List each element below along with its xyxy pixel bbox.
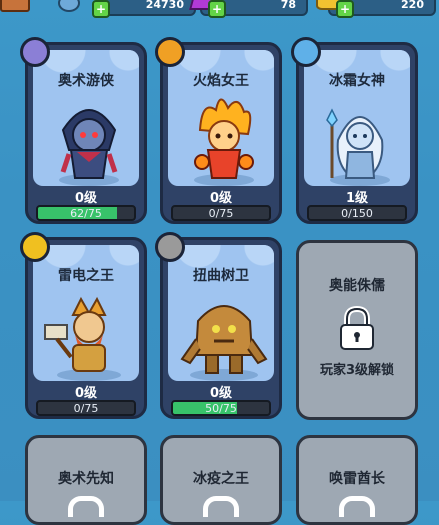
add-gold-button[interactable]: + (92, 0, 110, 18)
card-progress-text: 0/75 (73, 402, 99, 415)
card-progress-bar: 62/75 (36, 205, 136, 221)
hero-level: 0级 (74, 386, 98, 401)
unlock-requirement: 玩家3级解锁 (319, 363, 395, 378)
hero-name: 冰霜女神 (329, 73, 385, 89)
hero-level: 0级 (209, 386, 233, 401)
bow-arrow-icon (20, 37, 50, 67)
gem-counter: + 78 (189, 0, 308, 18)
card-portrait-area: 奥术游侠 (33, 50, 139, 186)
hero-name: 雷电之王 (58, 268, 114, 284)
locked-hero-name: 冰疫之王 (193, 471, 249, 487)
hero-level: 0级 (209, 191, 233, 206)
locked-hero-name: 奥能侏儒 (329, 278, 385, 294)
frost-goddess-portrait (326, 108, 390, 186)
hero-name: 火焰女王 (193, 73, 249, 89)
locked-hero-card[interactable]: 奥能侏儒 玩家3级解锁 (296, 240, 418, 420)
card-progress-bar: 0/150 (307, 205, 407, 221)
hero-name: 扭曲树卫 (193, 268, 249, 284)
hero-name: 奥术游侠 (58, 73, 114, 89)
locked-hero-name: 奥术先知 (58, 471, 114, 487)
settings-icon[interactable] (58, 0, 80, 12)
gem-value: 78 (280, 0, 296, 11)
hero-level: 0级 (74, 191, 98, 206)
ice-crystal-icon (291, 37, 321, 67)
card-progress-text: 0/75 (208, 207, 234, 220)
lock-icon (340, 305, 374, 350)
card-progress-bar: 50/75 (171, 400, 271, 416)
card-progress-bar: 0/75 (36, 400, 136, 416)
card-portrait-area: 冰霜女神 (304, 50, 410, 186)
twisted-treant-portrait (180, 305, 268, 381)
card-portrait-area: 雷电之王 (33, 245, 139, 381)
lock-icon (339, 496, 375, 517)
gold-pile-counter: + 220 (316, 0, 436, 18)
lock-icon (68, 496, 104, 517)
hero-card-arcane-ranger[interactable]: 奥术游侠 0级 62/75 (20, 37, 147, 224)
card-progress-text: 62/75 (70, 207, 102, 220)
hero-card-frost-goddess[interactable]: 冰霜女神 1级 0/150 (291, 37, 418, 224)
add-gem-button[interactable]: + (208, 0, 226, 18)
hero-level: 1级 (345, 191, 369, 206)
card-portrait-area: 火焰女王 (168, 50, 274, 186)
card-portrait-area: 扭曲树卫 (168, 245, 274, 381)
locked-hero-card[interactable]: 唤雷酋长 (296, 435, 418, 525)
card-progress-text: 0/150 (341, 207, 373, 220)
lock-icon (203, 496, 239, 517)
wood-shield-icon (155, 232, 185, 262)
gold-pile-value: 220 (401, 0, 424, 11)
locked-hero-card[interactable]: 奥术先知 (25, 435, 147, 525)
add-gold-pile-button[interactable]: + (336, 0, 354, 18)
card-progress-bar: 0/75 (171, 205, 271, 221)
hero-card-thunder-king[interactable]: 雷电之王 0级 0/75 (20, 232, 147, 419)
card-progress-text: 50/75 (205, 402, 237, 415)
fire-ring-icon (155, 37, 185, 67)
fire-queen-portrait (194, 98, 254, 186)
gold-counter: + 24730 (92, 0, 196, 18)
lightning-icon (20, 232, 50, 262)
thunder-king-portrait (44, 296, 121, 381)
arcane-ranger-portrait (59, 109, 119, 186)
hero-card-fire-queen[interactable]: 火焰女王 0级 0/75 (155, 37, 282, 224)
gold-value: 24730 (145, 0, 184, 11)
locked-hero-name: 唤雷酋长 (329, 471, 385, 487)
hero-portrait[interactable] (0, 0, 30, 12)
resource-bar: + 24730 + 78 + 220 (0, 0, 439, 18)
locked-hero-card[interactable]: 冰疫之王 (160, 435, 282, 525)
hero-card-twisted-treant[interactable]: 扭曲树卫 0级 50/75 (155, 232, 282, 419)
